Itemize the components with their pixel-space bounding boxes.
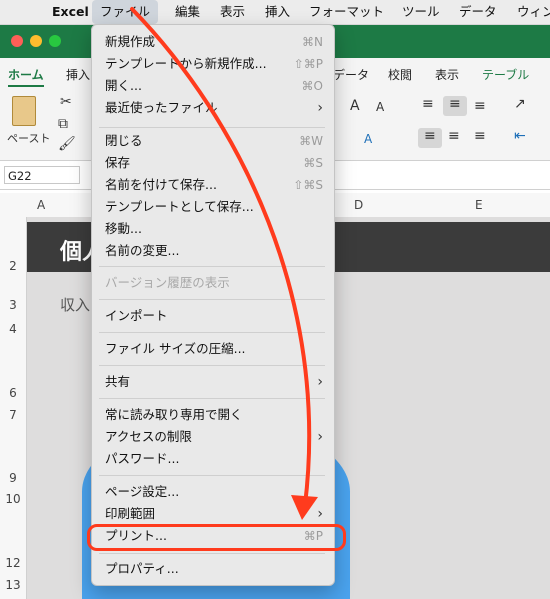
print-highlight-annotation bbox=[87, 524, 346, 551]
annotation-arrow-path bbox=[130, 7, 312, 507]
annotation-overlay bbox=[130, 7, 318, 520]
annotation-arrowhead bbox=[291, 495, 318, 520]
